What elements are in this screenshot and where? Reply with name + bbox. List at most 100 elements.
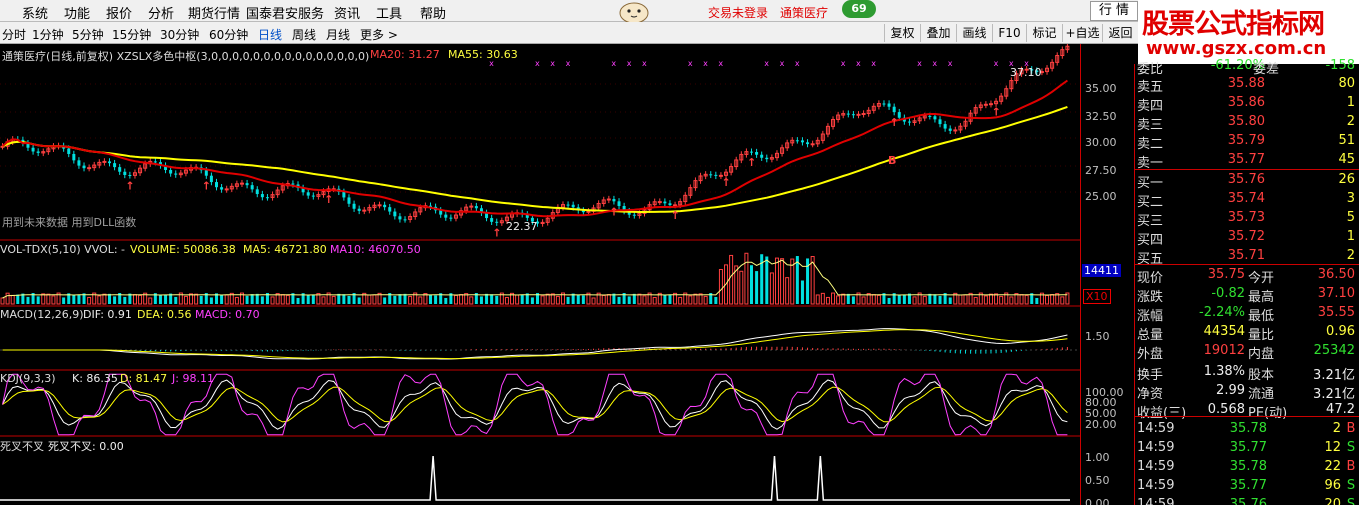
- bid-volume: 5: [1346, 210, 1355, 225]
- x-marker: x: [994, 59, 999, 68]
- volume-bar: [928, 293, 932, 304]
- volume-bar: [77, 294, 81, 304]
- stat-row: 净资 2.99 流通 3.21亿: [1135, 382, 1359, 402]
- stat-key: 量比: [1248, 328, 1275, 343]
- candle-body: [657, 201, 662, 204]
- candle-body: [449, 217, 453, 219]
- ma20-line: [1, 79, 1068, 218]
- volume-bar: [367, 294, 372, 305]
- tool-f10[interactable]: F10: [992, 24, 1026, 42]
- candle-body: [800, 140, 804, 143]
- tick-volume: 96: [1324, 478, 1341, 493]
- stat-value: 0.96: [1326, 324, 1355, 339]
- volume-bar: [983, 295, 988, 305]
- ask-row[interactable]: 卖二 35.79 51: [1135, 131, 1359, 152]
- period-1min[interactable]: 1分钟: [32, 26, 64, 43]
- axis-tick-25: 25.00: [1085, 190, 1117, 203]
- bid-row[interactable]: 买三 35.73 5: [1135, 208, 1359, 229]
- tick-time: 14:59: [1137, 497, 1175, 505]
- volume-ma-line: [2, 259, 1068, 299]
- candle-body: [250, 185, 254, 190]
- volume-bar: [515, 294, 520, 305]
- bid-row[interactable]: 买四 35.72 1: [1135, 227, 1359, 248]
- chart-area[interactable]: x x x x x x x x x x x x x x x x x x x x x x ↑ ↑ ↑ ↑ ↑ ↑ ↑ ↑ ↑ ↑ 通策医疗(日线…: [0, 44, 1080, 505]
- tool-overlay[interactable]: 叠加: [920, 24, 956, 42]
- period-daily[interactable]: 日线: [258, 26, 282, 43]
- candle-body: [87, 167, 92, 170]
- kdj-k-label: K: 86.35: [72, 372, 118, 385]
- period-intraday[interactable]: 分时: [2, 26, 26, 43]
- volume-bar: [270, 296, 275, 305]
- menu-item-system[interactable]: 系统: [22, 3, 48, 22]
- kline-chart[interactable]: x x x x x x x x x x x x x x x x x x x x x x↑ ↑↑↑↑ ↑↑↑↑↑: [0, 44, 1080, 505]
- candle-body: [490, 218, 494, 222]
- volume-bar: [668, 294, 672, 304]
- volume-bar: [637, 293, 642, 305]
- menu-item-quote[interactable]: 报价: [106, 3, 132, 22]
- period-weekly[interactable]: 周线: [292, 26, 316, 43]
- period-5min[interactable]: 5分钟: [72, 26, 104, 43]
- ask-volume: 1: [1346, 95, 1355, 110]
- ask-row[interactable]: 卖四 35.86 1: [1135, 93, 1359, 114]
- volume-bar: [938, 295, 942, 304]
- menu-item-analysis[interactable]: 分析: [148, 3, 174, 22]
- menu-item-futures[interactable]: 期货行情: [188, 3, 240, 22]
- ask-row[interactable]: 卖三 35.80 2: [1135, 112, 1359, 133]
- trade-login-status[interactable]: 交易未登录: [708, 4, 768, 21]
- period-30min[interactable]: 30分钟: [160, 26, 199, 43]
- ma20-label: MA20: 31.27: [370, 48, 440, 61]
- candle-body: [128, 174, 132, 176]
- volume-bar: [209, 297, 213, 304]
- volume-bar: [250, 294, 254, 304]
- bid-price: 35.71: [1227, 248, 1265, 263]
- arrow-up-marker: ↑: [202, 180, 211, 193]
- candle-body: [856, 113, 861, 116]
- candle-body: [887, 103, 891, 107]
- volume-bar: [342, 294, 346, 304]
- menu-item-help[interactable]: 帮助: [420, 3, 446, 22]
- tool-mark[interactable]: 标记: [1026, 24, 1062, 42]
- tool-back[interactable]: 返回: [1102, 24, 1138, 42]
- volume-bar: [958, 294, 963, 305]
- period-monthly[interactable]: 月线: [326, 26, 350, 43]
- ask-volume: 2: [1346, 114, 1355, 129]
- candle-body: [347, 197, 351, 204]
- volume-bar: [296, 297, 300, 304]
- volume-bar: [902, 294, 906, 304]
- notification-badge[interactable]: 69: [842, 0, 876, 18]
- bid-row[interactable]: 买一 35.76 26: [1135, 170, 1359, 191]
- menu-item-tools[interactable]: 工具: [376, 3, 402, 22]
- volume-bar: [825, 296, 830, 305]
- candle-body: [291, 183, 295, 185]
- arrow-up-marker: ↑: [125, 179, 134, 192]
- ask-volume: 45: [1338, 152, 1355, 167]
- volume-bar: [1009, 296, 1014, 305]
- bid-row[interactable]: 买二 35.74 3: [1135, 189, 1359, 210]
- ask-row[interactable]: 卖五 35.88 80: [1135, 74, 1359, 95]
- candle-body: [846, 113, 850, 115]
- tool-draw[interactable]: 画线: [956, 24, 992, 42]
- volume-bar: [545, 293, 550, 305]
- ask-row[interactable]: 卖一 35.77 45: [1135, 150, 1359, 171]
- volume-bar: [948, 297, 952, 304]
- quote-button[interactable]: 行 情: [1090, 1, 1138, 21]
- stock-name-link[interactable]: 通策医疗: [780, 4, 828, 21]
- candle-body: [403, 219, 407, 221]
- bid-row[interactable]: 买五 35.71 2: [1135, 246, 1359, 267]
- menu-item-news[interactable]: 资讯: [334, 3, 360, 22]
- menu-item-broker-service[interactable]: 国泰君安服务: [246, 3, 324, 22]
- candle-body: [709, 174, 713, 176]
- vol-volume-label: VOLUME: 50086.38: [130, 243, 236, 256]
- tool-add-watchlist[interactable]: +自选: [1062, 24, 1102, 42]
- candle-body: [342, 191, 346, 198]
- candle-body: [169, 170, 173, 174]
- period-60min[interactable]: 60分钟: [209, 26, 248, 43]
- period-more[interactable]: 更多 >: [360, 26, 398, 43]
- period-15min[interactable]: 15分钟: [112, 26, 151, 43]
- volume-bar: [703, 295, 708, 305]
- candle-body: [948, 128, 952, 131]
- arrow-up-marker: ↑: [722, 176, 731, 189]
- tool-adjust[interactable]: 复权: [884, 24, 920, 42]
- menu-item-function[interactable]: 功能: [64, 3, 90, 22]
- volume-bar: [652, 296, 657, 305]
